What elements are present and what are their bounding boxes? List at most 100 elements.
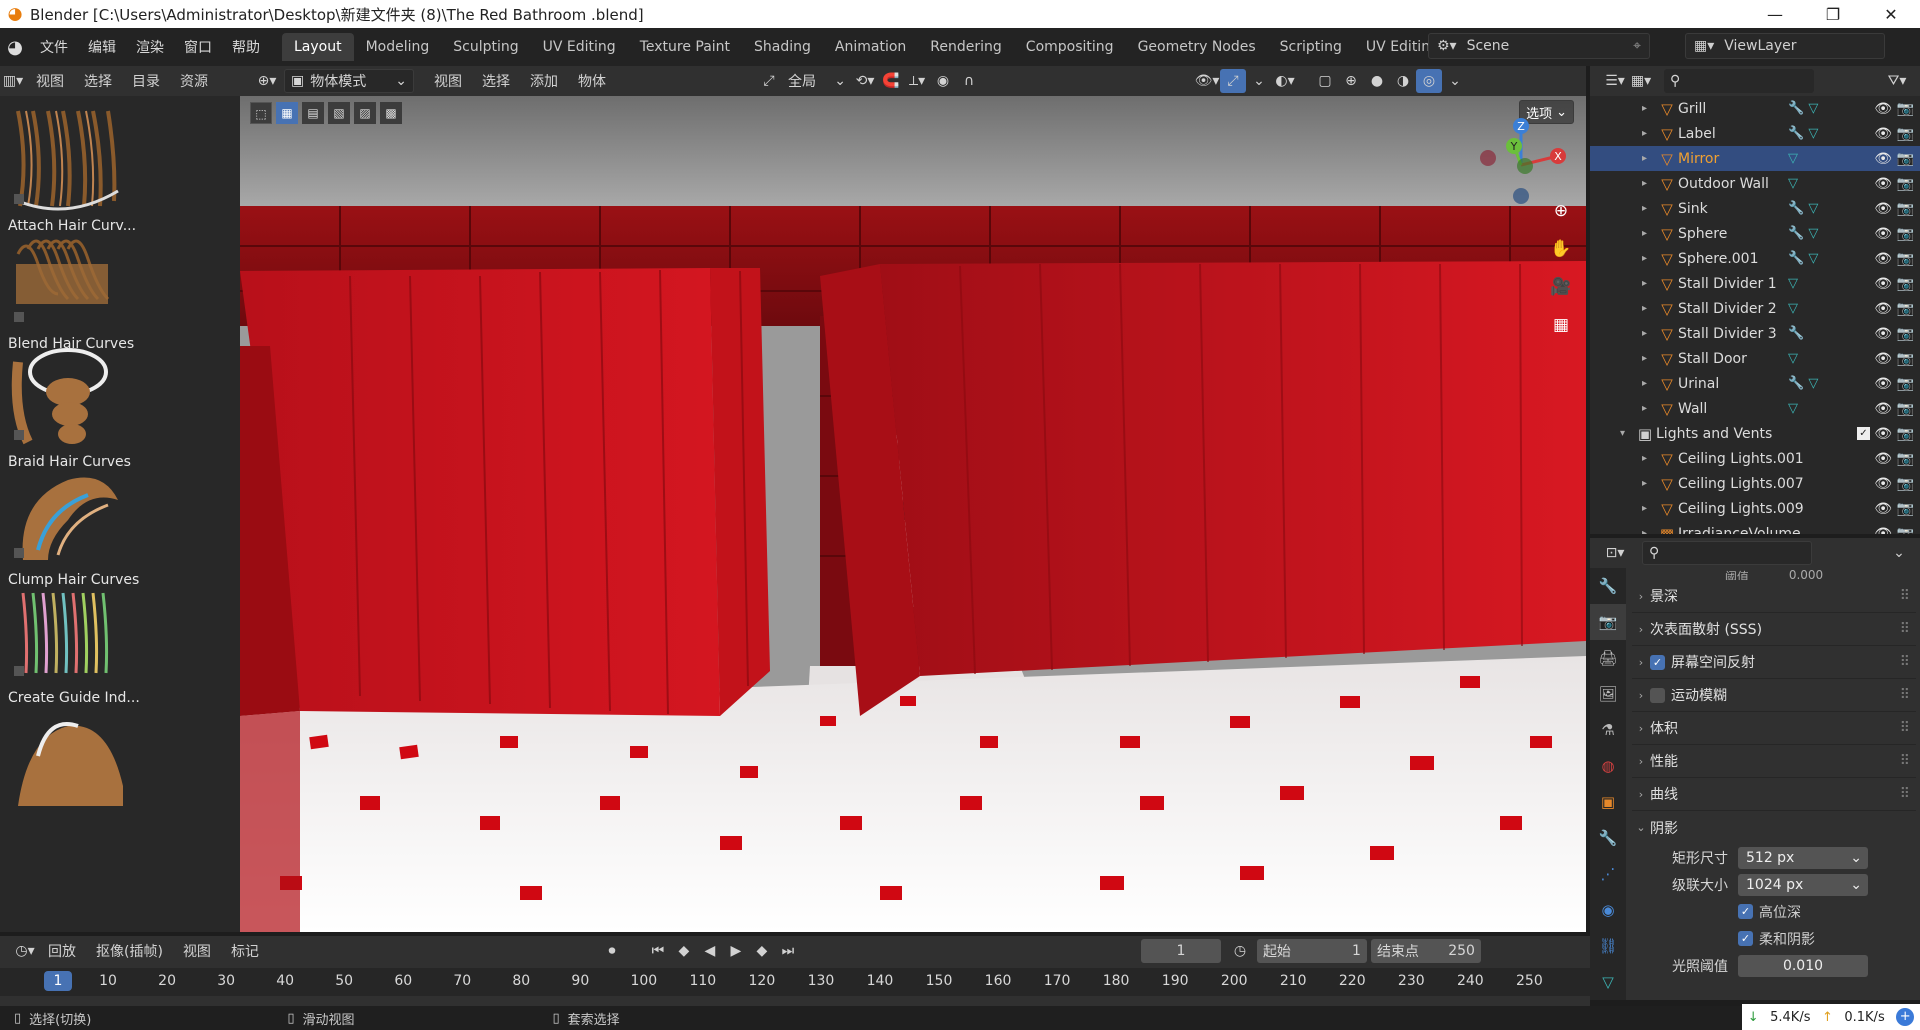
- select-box-extend-icon[interactable]: ▤: [302, 102, 324, 124]
- eye-icon[interactable]: 👁: [1874, 326, 1892, 342]
- drag-handle-icon[interactable]: ⠿: [1900, 786, 1910, 802]
- camera-render-icon[interactable]: 📷: [1897, 426, 1914, 442]
- menu-file[interactable]: 文件: [30, 37, 78, 57]
- jump-start-icon[interactable]: ⏮: [645, 939, 671, 963]
- overlay-icon[interactable]: ◐▾: [1272, 69, 1298, 93]
- eye-icon[interactable]: 👁: [1874, 476, 1892, 492]
- editor-type-icon[interactable]: ◷▾: [12, 939, 38, 963]
- properties-section[interactable]: › ✓ 屏幕空间反射 ⠿: [1632, 646, 1916, 679]
- outliner-row[interactable]: ▸ ▽ Wall ▽ 👁 📷: [1590, 396, 1920, 421]
- eye-icon[interactable]: 👁: [1874, 151, 1892, 167]
- snap-icon[interactable]: 🧲: [878, 69, 904, 93]
- camera-render-icon[interactable]: 📷: [1897, 351, 1914, 367]
- select-box-invert-icon[interactable]: ▨: [354, 102, 376, 124]
- section-checkbox[interactable]: ✓: [1650, 654, 1665, 670]
- end-frame-field[interactable]: 结束点 250: [1370, 939, 1481, 963]
- camera-render-icon[interactable]: 📷: [1897, 451, 1914, 467]
- output-tab-icon[interactable]: 🖨: [1590, 640, 1626, 676]
- data-tab-icon[interactable]: ▽: [1590, 964, 1626, 1000]
- tab-animation[interactable]: Animation: [823, 33, 918, 61]
- scene-tab-icon[interactable]: ⚗: [1590, 712, 1626, 748]
- play-icon[interactable]: ▶: [723, 939, 749, 963]
- tab-layout[interactable]: Layout: [282, 33, 354, 61]
- asset-menu-select[interactable]: 选择: [74, 71, 122, 91]
- menu-window[interactable]: 窗口: [174, 37, 222, 57]
- outliner-row[interactable]: ▸ ▽ Sphere 🔧 ▽ 👁 📷: [1590, 221, 1920, 246]
- camera-render-icon[interactable]: 📷: [1897, 251, 1914, 267]
- current-frame-indicator[interactable]: 1: [44, 971, 72, 991]
- expand-right-icon[interactable]: ▸: [1642, 153, 1656, 164]
- expand-right-icon[interactable]: ▸: [1642, 403, 1656, 414]
- outliner-row[interactable]: ▸ ▩ IrradianceVolume 👁 📷: [1590, 521, 1920, 535]
- maximize-button[interactable]: ❐: [1804, 5, 1862, 24]
- pivot-point-icon[interactable]: ⟲▾: [852, 69, 878, 93]
- eye-icon[interactable]: 👁: [1874, 351, 1892, 367]
- timeline-menu-marker[interactable]: 标记: [221, 941, 269, 961]
- collection-checkbox[interactable]: ✓: [1857, 427, 1870, 440]
- chevron-down-icon[interactable]: ⌄: [1246, 69, 1272, 93]
- camera-render-icon[interactable]: 📷: [1897, 301, 1914, 317]
- filter-icon[interactable]: ⛛▾: [1884, 69, 1910, 93]
- expand-right-icon[interactable]: ▸: [1642, 503, 1656, 514]
- properties-section[interactable]: › 运动模糊 ⠿: [1632, 679, 1916, 712]
- camera-render-icon[interactable]: 📷: [1897, 276, 1914, 292]
- camera-render-icon[interactable]: 📷: [1897, 151, 1914, 167]
- asset-menu-catalog[interactable]: 目录: [122, 71, 170, 91]
- constraints-tab-icon[interactable]: ⛓: [1590, 928, 1626, 964]
- tab-geometry-nodes[interactable]: Geometry Nodes: [1126, 33, 1268, 61]
- timeline-menu-playback[interactable]: 回放: [38, 941, 86, 961]
- eye-icon[interactable]: 👁: [1874, 501, 1892, 517]
- asset-item-braid-hair[interactable]: Braid Hair Curves: [4, 342, 184, 470]
- expand-right-icon[interactable]: ▸: [1642, 303, 1656, 314]
- outliner-row[interactable]: ▸ ▽ Outdoor Wall ▽ 👁 📷: [1590, 171, 1920, 196]
- material-shading-icon[interactable]: ◑: [1390, 69, 1416, 93]
- camera-render-icon[interactable]: 📷: [1897, 401, 1914, 417]
- drag-handle-icon[interactable]: ⠿: [1900, 687, 1910, 703]
- camera-render-icon[interactable]: 📷: [1897, 201, 1914, 217]
- high-bitdepth-checkbox[interactable]: ✓: [1738, 904, 1753, 919]
- modifier-tab-icon[interactable]: 🔧: [1590, 820, 1626, 856]
- viewport-menu-add[interactable]: 添加: [520, 71, 568, 91]
- tweak-tool-icon[interactable]: ⬚: [250, 102, 272, 124]
- proportional-edit-icon[interactable]: ◉: [930, 69, 956, 93]
- properties-search[interactable]: ⚲: [1642, 541, 1812, 565]
- eye-icon[interactable]: 👁: [1874, 101, 1892, 117]
- expand-right-icon[interactable]: ▸: [1642, 103, 1656, 114]
- xray-icon[interactable]: ▢: [1312, 69, 1338, 93]
- outliner-row[interactable]: ▸ ▽ Sphere.001 🔧 ▽ 👁 📷: [1590, 246, 1920, 271]
- eye-icon[interactable]: 👁: [1874, 451, 1892, 467]
- timeline-frame-ruler[interactable]: 1 10 20 30 40 50 60 70 80 90 100 110 120 130 140 150 160…: [0, 968, 1590, 996]
- zoom-icon[interactable]: ⊕: [1546, 196, 1576, 226]
- expand-right-icon[interactable]: ▸: [1642, 328, 1656, 339]
- outliner-row[interactable]: ▸ ▽ Ceiling Lights.007 👁 📷: [1590, 471, 1920, 496]
- tab-sculpting[interactable]: Sculpting: [441, 33, 530, 61]
- eye-icon[interactable]: 👁: [1874, 201, 1892, 217]
- asset-menu-view[interactable]: 视图: [26, 71, 74, 91]
- eye-icon[interactable]: 👁: [1874, 426, 1892, 442]
- particles-tab-icon[interactable]: ⋰: [1590, 856, 1626, 892]
- asset-menu-asset[interactable]: 资源: [170, 71, 218, 91]
- pin-icon[interactable]: ⌖: [1633, 38, 1641, 54]
- outliner-row[interactable]: ▸ ▽ Grill 🔧 ▽ 👁 📷: [1590, 96, 1920, 121]
- eye-icon[interactable]: 👁: [1874, 126, 1892, 142]
- tab-rendering[interactable]: Rendering: [918, 33, 1014, 61]
- camera-render-icon[interactable]: 📷: [1897, 176, 1914, 192]
- camera-render-icon[interactable]: 📷: [1897, 226, 1914, 242]
- plus-badge-icon[interactable]: +: [1896, 1008, 1915, 1026]
- drag-handle-icon[interactable]: ⠿: [1900, 654, 1910, 670]
- editor-type-icon[interactable]: ⊕▾: [254, 69, 280, 93]
- outliner-search[interactable]: ⚲: [1664, 69, 1814, 93]
- play-reverse-icon[interactable]: ◀: [697, 939, 723, 963]
- viewport-menu-select[interactable]: 选择: [472, 71, 520, 91]
- soft-shadows-checkbox[interactable]: ✓: [1738, 931, 1753, 946]
- asset-item-6[interactable]: [4, 696, 184, 808]
- world-tab-icon[interactable]: ◍: [1590, 748, 1626, 784]
- expand-right-icon[interactable]: ▸: [1642, 453, 1656, 464]
- timeline-menu-keying[interactable]: 抠像(插帧): [86, 941, 173, 961]
- perspective-grid-icon[interactable]: ▦: [1546, 310, 1576, 340]
- shading-options-icon[interactable]: ⌄: [1442, 69, 1468, 93]
- jump-end-icon[interactable]: ⏭: [775, 939, 801, 963]
- select-box-intersect-icon[interactable]: ▩: [380, 102, 402, 124]
- high-bitdepth-row[interactable]: ✓ 高位深: [1632, 898, 1916, 925]
- properties-section[interactable]: › 次表面散射 (SSS) ⠿: [1632, 613, 1916, 646]
